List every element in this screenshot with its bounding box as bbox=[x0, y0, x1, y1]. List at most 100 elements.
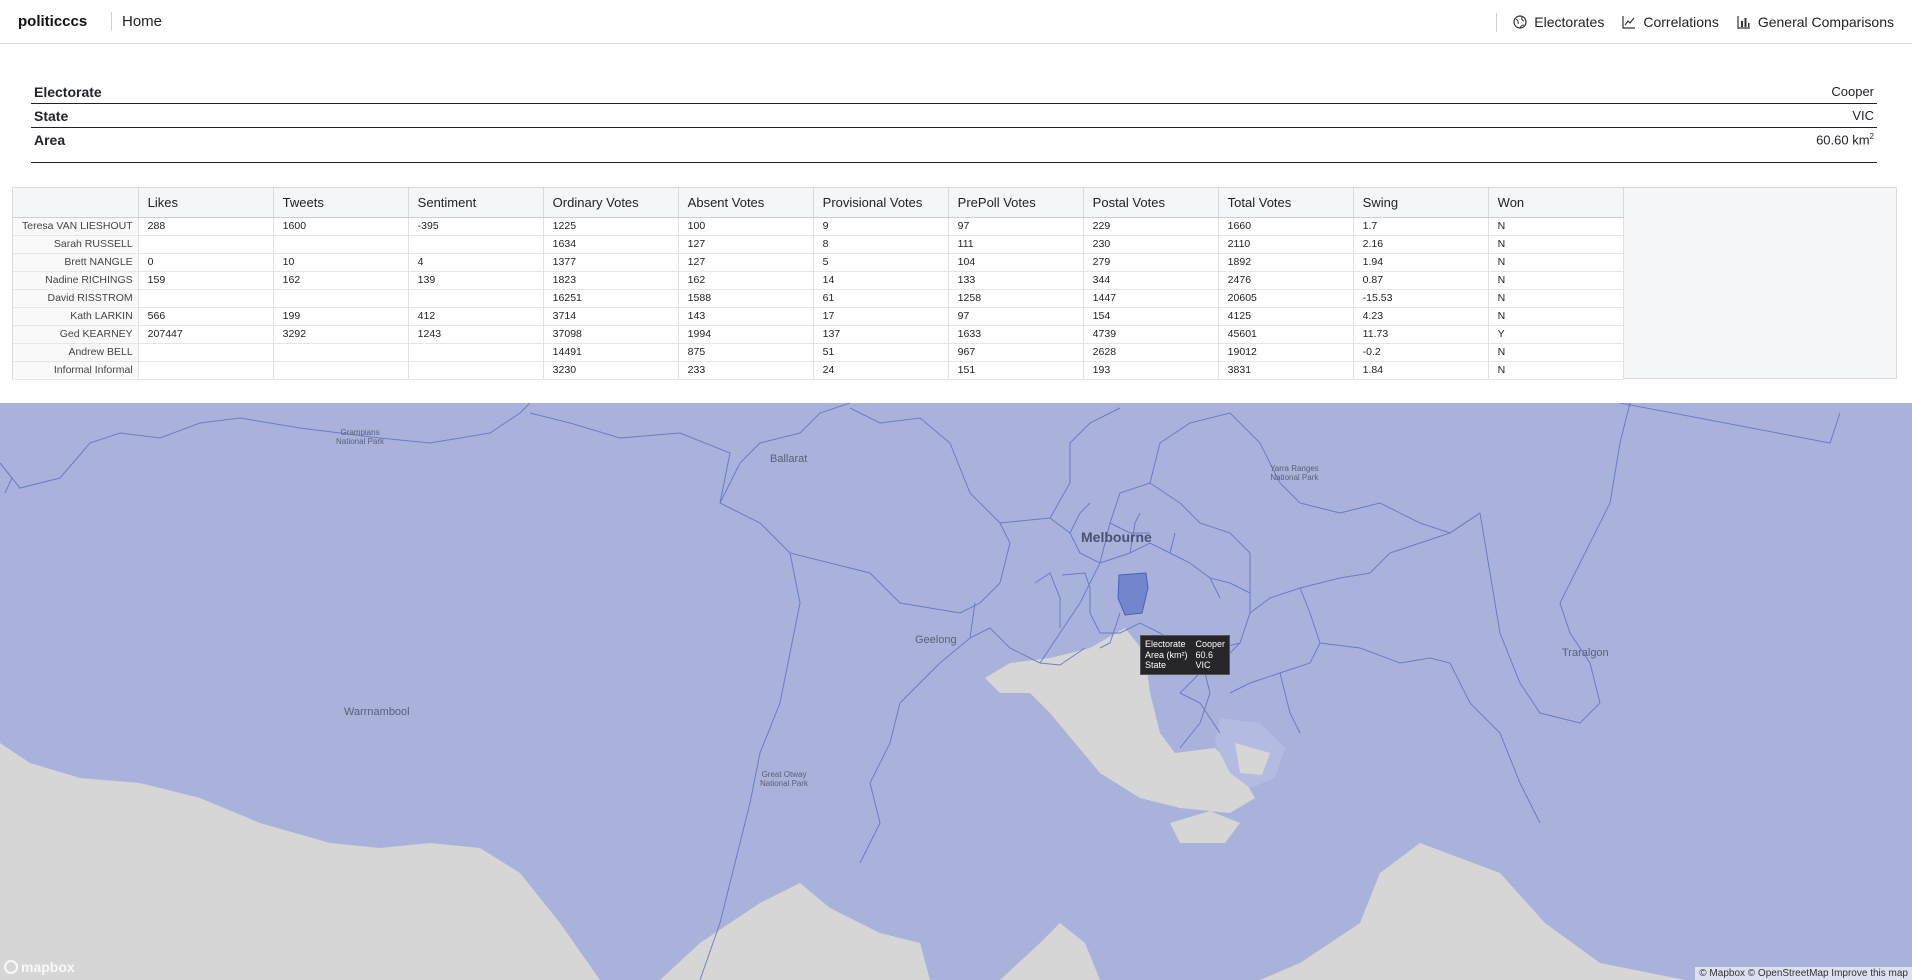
table-cell: 0.87 bbox=[1353, 271, 1489, 290]
table-cell: 100 bbox=[678, 217, 814, 236]
table-cell: 279 bbox=[1083, 253, 1219, 272]
table-cell: 4.23 bbox=[1353, 307, 1489, 326]
table-cell: 111 bbox=[948, 235, 1084, 254]
column-header[interactable]: Postal Votes bbox=[1083, 188, 1219, 218]
navbar: politicccs Home Electorates Correlations bbox=[0, 0, 1912, 44]
table-cell: 9 bbox=[813, 217, 949, 236]
home-link[interactable]: Home bbox=[122, 13, 162, 30]
table-cell: 207447 bbox=[138, 325, 274, 344]
candidate-name: Teresa VAN LIESHOUT bbox=[13, 217, 139, 236]
tooltip-value-state: VIC bbox=[1195, 660, 1211, 670]
column-header[interactable]: Sentiment bbox=[408, 188, 544, 218]
nav-general-comparisons-label: General Comparisons bbox=[1757, 14, 1894, 30]
column-header[interactable]: Ordinary Votes bbox=[543, 188, 679, 218]
info-row-state: State VIC bbox=[31, 104, 1877, 128]
table-cell: 24 bbox=[813, 361, 949, 380]
table-cell: 4 bbox=[408, 253, 544, 272]
table-cell: 137 bbox=[813, 325, 949, 344]
table-cell: N bbox=[1488, 361, 1624, 380]
brand-logo[interactable]: politicccs bbox=[18, 13, 87, 30]
table-cell: 143 bbox=[678, 307, 814, 326]
electorate-label: Electorate bbox=[34, 83, 102, 100]
table-cell: 17 bbox=[813, 307, 949, 326]
table-cell: 61 bbox=[813, 289, 949, 308]
map-canvas[interactable] bbox=[0, 403, 1912, 980]
line-chart-icon bbox=[1622, 16, 1636, 29]
table-cell: 154 bbox=[1083, 307, 1219, 326]
table-cell: N bbox=[1488, 289, 1624, 308]
table-cell: 97 bbox=[948, 217, 1084, 236]
map-label-grampians: Grampians National Park bbox=[336, 428, 385, 446]
column-header[interactable]: Swing bbox=[1353, 188, 1489, 218]
mapbox-logo-icon bbox=[4, 960, 18, 974]
tooltip-label-area: Area (km²) bbox=[1145, 649, 1188, 660]
table-cell: 3292 bbox=[273, 325, 409, 344]
table-cell: 1258 bbox=[948, 289, 1084, 308]
table-cell: 4739 bbox=[1083, 325, 1219, 344]
column-header[interactable]: Likes bbox=[138, 188, 274, 218]
table-cell: 1447 bbox=[1083, 289, 1219, 308]
table-cell: 1660 bbox=[1218, 217, 1354, 236]
info-row-area: Area 60.60 km2 bbox=[31, 128, 1877, 152]
table-cell: 37098 bbox=[543, 325, 679, 344]
table-cell: 5 bbox=[813, 253, 949, 272]
column-header[interactable]: Won bbox=[1488, 188, 1624, 218]
column-header[interactable]: PrePoll Votes bbox=[948, 188, 1084, 218]
nav-links: Electorates Correlations General Compari… bbox=[1496, 0, 1894, 44]
table-cell: 139 bbox=[408, 271, 544, 290]
table-cell: 97 bbox=[948, 307, 1084, 326]
table-cell bbox=[273, 361, 409, 380]
mapbox-logo[interactable]: mapbox bbox=[4, 959, 75, 975]
table-cell bbox=[138, 235, 274, 254]
bar-chart-icon bbox=[1737, 16, 1750, 29]
column-header[interactable]: Provisional Votes bbox=[813, 188, 949, 218]
table-cell bbox=[138, 361, 274, 380]
map-label-otway: Great Otway National Park bbox=[760, 770, 809, 788]
nav-correlations-label: Correlations bbox=[1643, 14, 1719, 30]
table-cell: 1377 bbox=[543, 253, 679, 272]
nav-electorates-label: Electorates bbox=[1534, 14, 1605, 30]
mapbox-logo-text: mapbox bbox=[21, 959, 75, 975]
table-row: Brett NANGLE 0 10 4 1377 127 5 104 279 1892 1.94 N bbox=[13, 253, 1624, 272]
nav-general-comparisons[interactable]: General Comparisons bbox=[1737, 14, 1894, 30]
table-cell: 1892 bbox=[1218, 253, 1354, 272]
table-cell: -0.2 bbox=[1353, 343, 1489, 362]
electorate-value: Cooper bbox=[1831, 84, 1874, 99]
results-grid: Likes Tweets Sentiment Ordinary Votes Absent… bbox=[12, 187, 1897, 380]
table-cell: 875 bbox=[678, 343, 814, 362]
tooltip-values: Cooper 60.6 VIC bbox=[1196, 639, 1226, 671]
table-cell: -395 bbox=[408, 217, 544, 236]
table-cell: -15.53 bbox=[1353, 289, 1489, 308]
table-cell: 104 bbox=[948, 253, 1084, 272]
candidate-name: Kath LARKIN bbox=[13, 307, 139, 326]
table-cell: 1.94 bbox=[1353, 253, 1489, 272]
column-header[interactable]: Total Votes bbox=[1218, 188, 1354, 218]
table-row: Sarah RUSSELL 1634 127 8 111 230 2110 2.16 N bbox=[13, 235, 1624, 254]
table-cell: 159 bbox=[138, 271, 274, 290]
state-value: VIC bbox=[1852, 108, 1874, 123]
info-divider bbox=[31, 162, 1877, 163]
map-label-warrnambool: Warrnambool bbox=[344, 706, 410, 718]
nav-electorates[interactable]: Electorates bbox=[1513, 14, 1604, 30]
table-cell: 229 bbox=[1083, 217, 1219, 236]
column-header[interactable]: Tweets bbox=[273, 188, 409, 218]
table-cell bbox=[408, 343, 544, 362]
candidate-name: Ged KEARNEY bbox=[13, 325, 139, 344]
tooltip-label-state: State bbox=[1145, 660, 1167, 670]
table-cell: 3714 bbox=[543, 307, 679, 326]
table-cell: 199 bbox=[273, 307, 409, 326]
electorate-map[interactable]: Grampians National Park Ballarat Melbourn… bbox=[0, 403, 1912, 980]
tooltip-value-electorate: Cooper bbox=[1195, 639, 1226, 649]
table-row: Ged KEARNEY 207447 3292 1243 37098 1994 137 163… bbox=[13, 325, 1624, 344]
nav-correlations[interactable]: Correlations bbox=[1622, 14, 1719, 30]
table-cell bbox=[273, 289, 409, 308]
table-cell: 3831 bbox=[1218, 361, 1354, 380]
table-cell: N bbox=[1488, 343, 1624, 362]
column-header[interactable]: Absent Votes bbox=[678, 188, 814, 218]
table-cell: 16251 bbox=[543, 289, 679, 308]
candidate-name: Nadine RICHINGS bbox=[13, 271, 139, 290]
table-cell: 45601 bbox=[1218, 325, 1354, 344]
nav-separator bbox=[1496, 12, 1498, 32]
table-cell: 1634 bbox=[543, 235, 679, 254]
map-attribution[interactable]: © Mapbox © OpenStreetMap Improve this ma… bbox=[1695, 967, 1912, 980]
